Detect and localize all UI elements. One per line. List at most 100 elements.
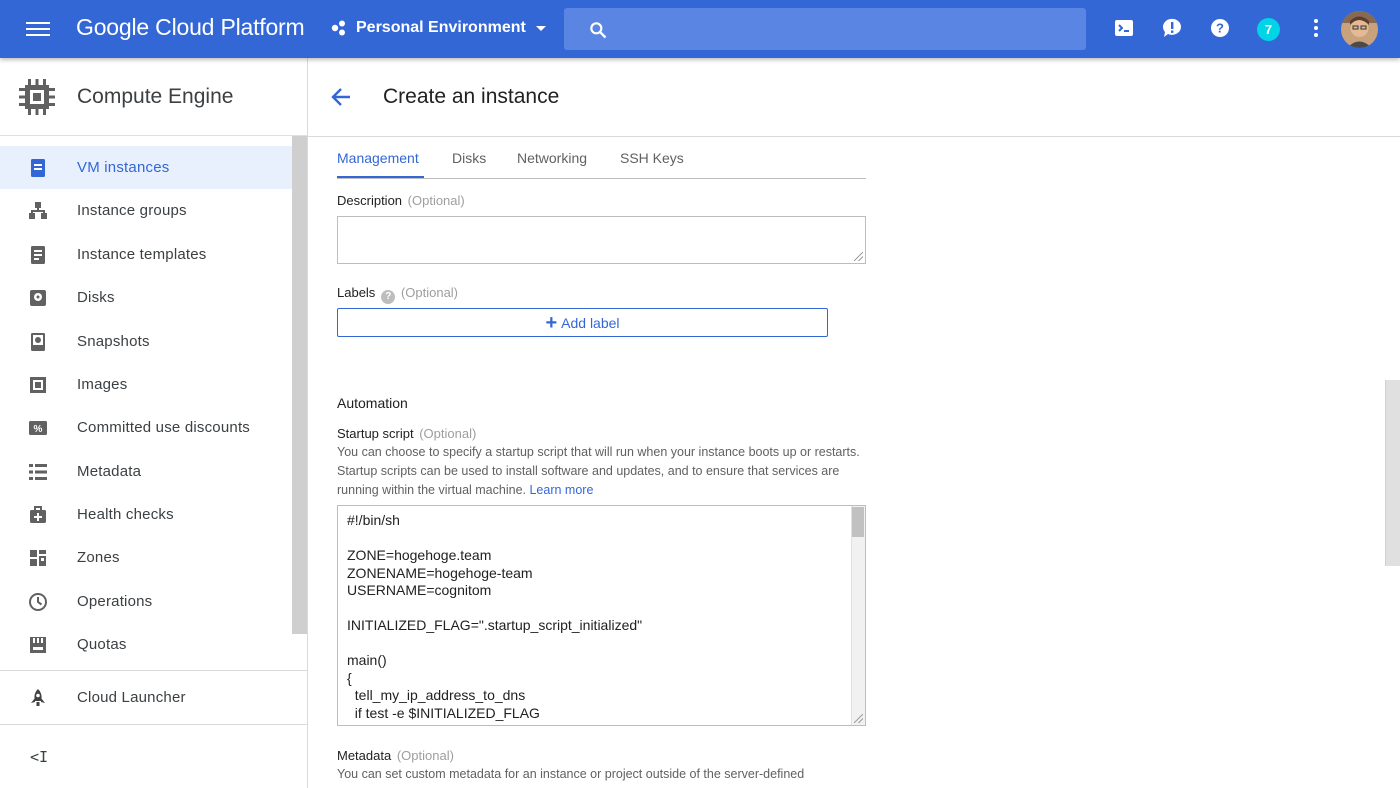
- help-icon[interactable]: ?: [1208, 16, 1232, 40]
- automation-heading: Automation: [337, 395, 408, 411]
- avatar[interactable]: [1341, 11, 1378, 48]
- sidebar-item-quotas[interactable]: Quotas: [0, 623, 292, 666]
- sidebar-item-label: VM instances: [77, 159, 170, 176]
- startup-script-field[interactable]: #!/bin/sh ZONE=hogehoge.team ZONENAME=ho…: [337, 505, 866, 726]
- script-scrollbar[interactable]: [851, 506, 865, 725]
- more-vert-icon[interactable]: [1304, 16, 1328, 40]
- sidebar-item-cloud-launcher[interactable]: Cloud Launcher: [0, 676, 292, 719]
- startup-script-help: You can choose to specify a startup scri…: [337, 445, 860, 497]
- script-line: USERNAME=cognitom: [347, 582, 492, 598]
- project-dots-icon: [331, 20, 345, 36]
- sidebar-item-health-checks[interactable]: Health checks: [0, 493, 292, 536]
- sidebar-item-vm-instances[interactable]: VM instances: [0, 146, 292, 189]
- health-checks-icon: [30, 505, 46, 523]
- tab-disks[interactable]: Disks: [452, 150, 486, 166]
- search-input[interactable]: [564, 8, 1086, 50]
- sidebar-item-label: Zones: [77, 549, 120, 566]
- menu-icon[interactable]: [26, 18, 50, 40]
- sidebar-item-images[interactable]: Images: [0, 363, 292, 406]
- script-line: #!/bin/sh: [347, 512, 400, 528]
- collapse-sidebar-button[interactable]: <I: [30, 748, 48, 766]
- script-line: if test -e $INITIALIZED_FLAG: [347, 704, 540, 721]
- sidebar-item-label: Cloud Launcher: [77, 689, 186, 706]
- script-line: tell_my_ip_address_to_dns: [347, 687, 526, 703]
- disks-icon: [30, 289, 46, 306]
- brand-logo[interactable]: Google Cloud Platform: [76, 14, 305, 41]
- zones-icon: [30, 549, 46, 566]
- tab-ssh-keys[interactable]: SSH Keys: [620, 150, 684, 166]
- compute-engine-icon: [19, 79, 55, 115]
- vm-instances-icon: [31, 158, 45, 177]
- sidebar-item-label: Metadata: [77, 463, 142, 480]
- sidebar-item-instance-templates[interactable]: Instance templates: [0, 233, 292, 276]
- resize-handle[interactable]: [854, 252, 863, 261]
- snapshots-icon: [31, 332, 45, 351]
- sidebar-item-metadata[interactable]: Metadata: [0, 450, 292, 493]
- sidebar-divider: [0, 670, 307, 671]
- page-scrollbar[interactable]: [1385, 380, 1400, 566]
- svg-text:%: %: [34, 424, 43, 435]
- optional-hint: (Optional): [419, 426, 477, 441]
- project-selector[interactable]: Personal Environment: [330, 19, 546, 37]
- search-icon: [590, 22, 607, 39]
- description-label: Description (Optional): [337, 193, 465, 208]
- sidebar-item-disks[interactable]: Disks: [0, 276, 292, 319]
- script-line: ZONENAME=hogehoge-team: [347, 564, 533, 581]
- sidebar-item-label: Quotas: [77, 636, 127, 653]
- quotas-icon: [30, 636, 46, 653]
- sidebar-item-label: Disks: [77, 289, 115, 306]
- sidebar-title: Compute Engine: [77, 85, 234, 108]
- metadata-help: You can set custom metadata for an insta…: [337, 767, 805, 781]
- script-line: {: [347, 669, 352, 686]
- add-label-button[interactable]: + Add label: [337, 308, 828, 337]
- script-line: INITIALIZED_FLAG=".startup_script_initia…: [347, 617, 643, 633]
- sidebar-item-snapshots[interactable]: Snapshots: [0, 320, 292, 363]
- startup-script-label: Startup script (Optional): [337, 426, 477, 441]
- svg-text:?: ?: [1216, 21, 1224, 36]
- sidebar: Compute Engine VM instances Instance gro…: [0, 58, 308, 788]
- plus-icon: +: [545, 311, 558, 334]
- script-line: then: [347, 722, 382, 725]
- script-line: main(): [347, 652, 387, 668]
- optional-hint: (Optional): [396, 748, 454, 763]
- notification-badge[interactable]: 7: [1257, 18, 1280, 41]
- sidebar-item-operations[interactable]: Operations: [0, 580, 292, 623]
- top-app-bar: Google Cloud Platform Personal Environme…: [0, 0, 1400, 58]
- sidebar-item-instance-groups[interactable]: Instance groups: [0, 189, 292, 232]
- script-scrollbar-thumb[interactable]: [852, 507, 864, 537]
- sidebar-header: Compute Engine: [0, 58, 307, 136]
- tab-management[interactable]: Management: [337, 150, 419, 166]
- learn-more-link[interactable]: Learn more: [529, 483, 593, 497]
- sidebar-item-label: Committed use discounts: [77, 419, 251, 436]
- sidebar-item-label: Instance templates: [77, 246, 207, 263]
- add-label-text: Add label: [561, 314, 620, 331]
- sidebar-divider: [0, 724, 307, 725]
- tab-networking[interactable]: Networking: [517, 150, 587, 166]
- tab-bar: Management Disks Networking SSH Keys: [337, 144, 866, 179]
- optional-hint: (Optional): [400, 285, 459, 300]
- cloud-shell-icon[interactable]: [1112, 16, 1136, 40]
- help-icon[interactable]: ?: [381, 290, 396, 304]
- sidebar-scrollbar[interactable]: [292, 136, 307, 634]
- resize-handle[interactable]: [854, 714, 863, 723]
- instance-groups-icon: [29, 201, 47, 219]
- sidebar-item-label: Instance groups: [77, 202, 187, 219]
- metadata-label: Metadata (Optional): [337, 748, 454, 763]
- instance-templates-icon: [31, 245, 45, 264]
- active-tab-indicator: [337, 176, 424, 178]
- chevron-down-icon: [535, 25, 546, 31]
- sidebar-item-committed-use-discounts[interactable]: % Committed use discounts: [0, 406, 292, 449]
- metadata-icon: [29, 463, 47, 480]
- description-field[interactable]: [337, 216, 866, 264]
- back-arrow-icon[interactable]: [330, 86, 352, 108]
- project-name: Personal Environment: [356, 19, 526, 36]
- script-line: ZONE=hogehoge.team: [347, 547, 492, 563]
- sidebar-item-zones[interactable]: Zones: [0, 536, 292, 579]
- main-content: Create an instance Management Disks Netw…: [308, 58, 1400, 788]
- sidebar-item-label: Operations: [77, 593, 153, 610]
- feedback-icon[interactable]: [1160, 16, 1184, 40]
- labels-label: Labels? (Optional): [337, 285, 459, 304]
- images-icon: [30, 376, 46, 393]
- sidebar-item-label: Snapshots: [77, 333, 150, 350]
- page-header: Create an instance: [308, 58, 1400, 137]
